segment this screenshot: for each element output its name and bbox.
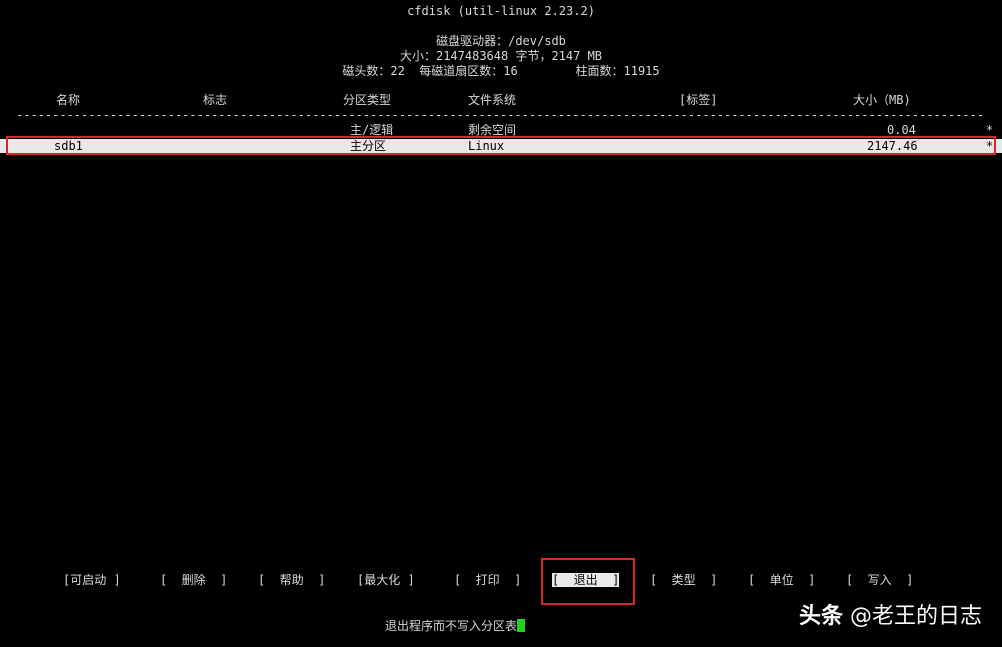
table-row[interactable]: 主/逻辑 剩余空间 0.04 *: [0, 123, 1002, 137]
program-title: cfdisk (util-linux 2.23.2): [407, 4, 595, 18]
menu-type-button[interactable]: [ 类型 ]: [650, 573, 717, 587]
row-size: 0.04: [887, 123, 916, 137]
watermark-brand: 头条: [798, 604, 843, 629]
quit-annotation-box: [541, 558, 635, 605]
column-header-fs-type: 文件系统: [468, 93, 517, 107]
column-header-label: [标签]: [679, 93, 718, 107]
column-header-name: 名称: [56, 93, 81, 107]
row-fs-type: 剩余空间: [468, 123, 517, 137]
table-divider: ----------------------------------------…: [16, 108, 986, 122]
row-marker: *: [986, 123, 994, 137]
menu-write-button[interactable]: [ 写入 ]: [846, 573, 913, 587]
menu-print-button[interactable]: [ 打印 ]: [454, 573, 521, 587]
disk-drive-line: 磁盘驱动器：/dev/sdb: [436, 34, 566, 48]
column-header-flags: 标志: [203, 93, 228, 107]
menu-help-button[interactable]: [ 帮助 ]: [258, 573, 325, 587]
menu-bootable-button[interactable]: [可启动 ]: [63, 573, 121, 587]
watermark: 头条 @老王的日志: [799, 598, 982, 630]
terminal-cursor: [517, 619, 526, 632]
column-header-size: 大小（MB): [853, 93, 911, 107]
status-line: 退出程序而不写入分区表: [385, 619, 526, 633]
column-header-part-type: 分区类型: [343, 93, 392, 107]
menu-units-button[interactable]: [ 单位 ]: [748, 573, 815, 587]
selected-row-annotation-box: [6, 136, 996, 155]
watermark-author: @老王的日志: [843, 604, 982, 629]
disk-size-line: 大小：2147483648 字节，2147 MB: [399, 49, 603, 63]
menu-delete-button[interactable]: [ 删除 ]: [160, 573, 227, 587]
status-message: 退出程序而不写入分区表: [385, 619, 518, 633]
row-part-type: 主/逻辑: [350, 123, 394, 137]
menu-maximize-button[interactable]: [最大化 ]: [357, 573, 415, 587]
disk-geometry-line: 磁头数：22 每磁道扇区数：16 柱面数：11915: [342, 64, 660, 78]
